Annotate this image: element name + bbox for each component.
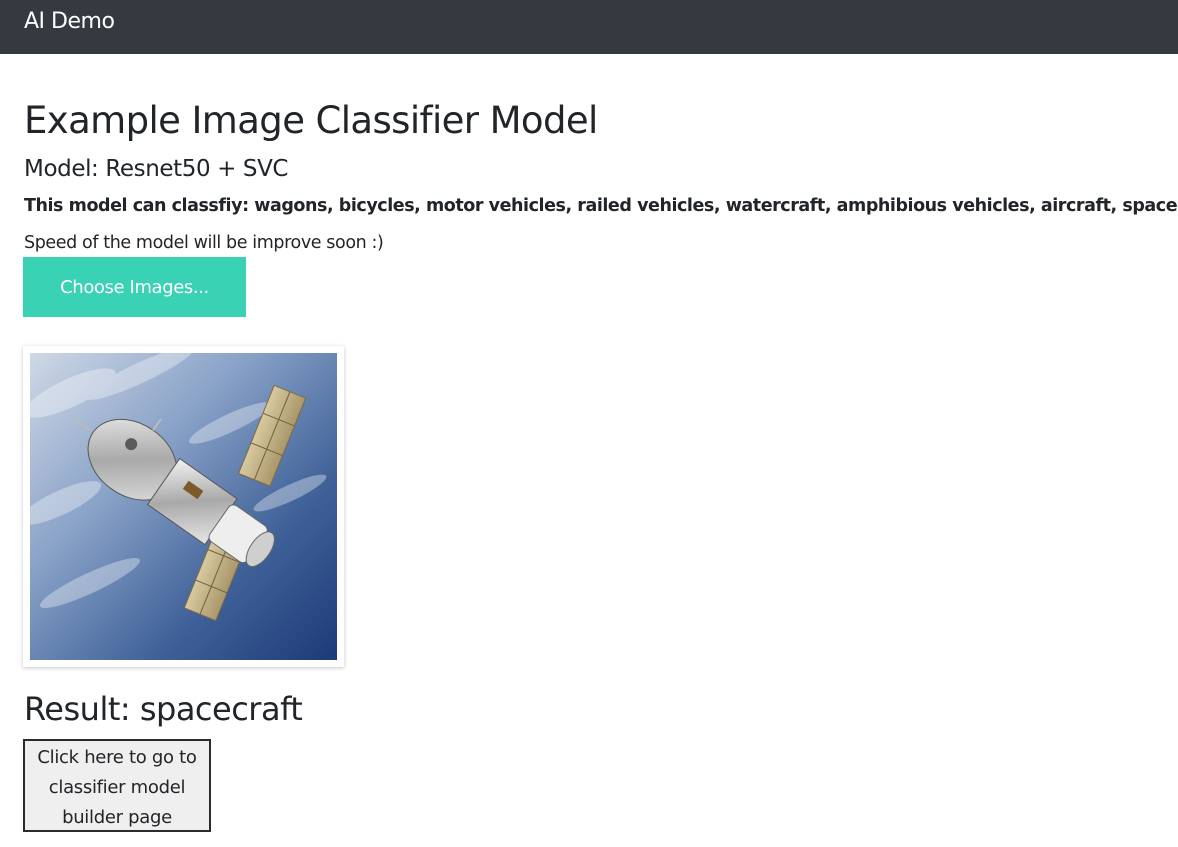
top-navbar: AI Demo (0, 0, 1178, 54)
spacecraft-photo-icon (30, 353, 337, 660)
navbar-brand[interactable]: AI Demo (24, 8, 115, 36)
choose-images-button[interactable]: Choose Images... (23, 257, 246, 317)
model-name: Model: Resnet50 + SVC (24, 156, 289, 182)
model-builder-link-button[interactable]: Click here to go to classifier model bui… (23, 739, 211, 832)
page-title: Example Image Classifier Model (24, 99, 598, 142)
supported-classes: This model can classfiy: wagons, bicycle… (24, 196, 1178, 216)
uploaded-image-thumbnail (23, 346, 344, 667)
speed-note: Speed of the model will be improve soon … (24, 233, 384, 253)
classification-result: Result: spacecraft (24, 690, 303, 728)
